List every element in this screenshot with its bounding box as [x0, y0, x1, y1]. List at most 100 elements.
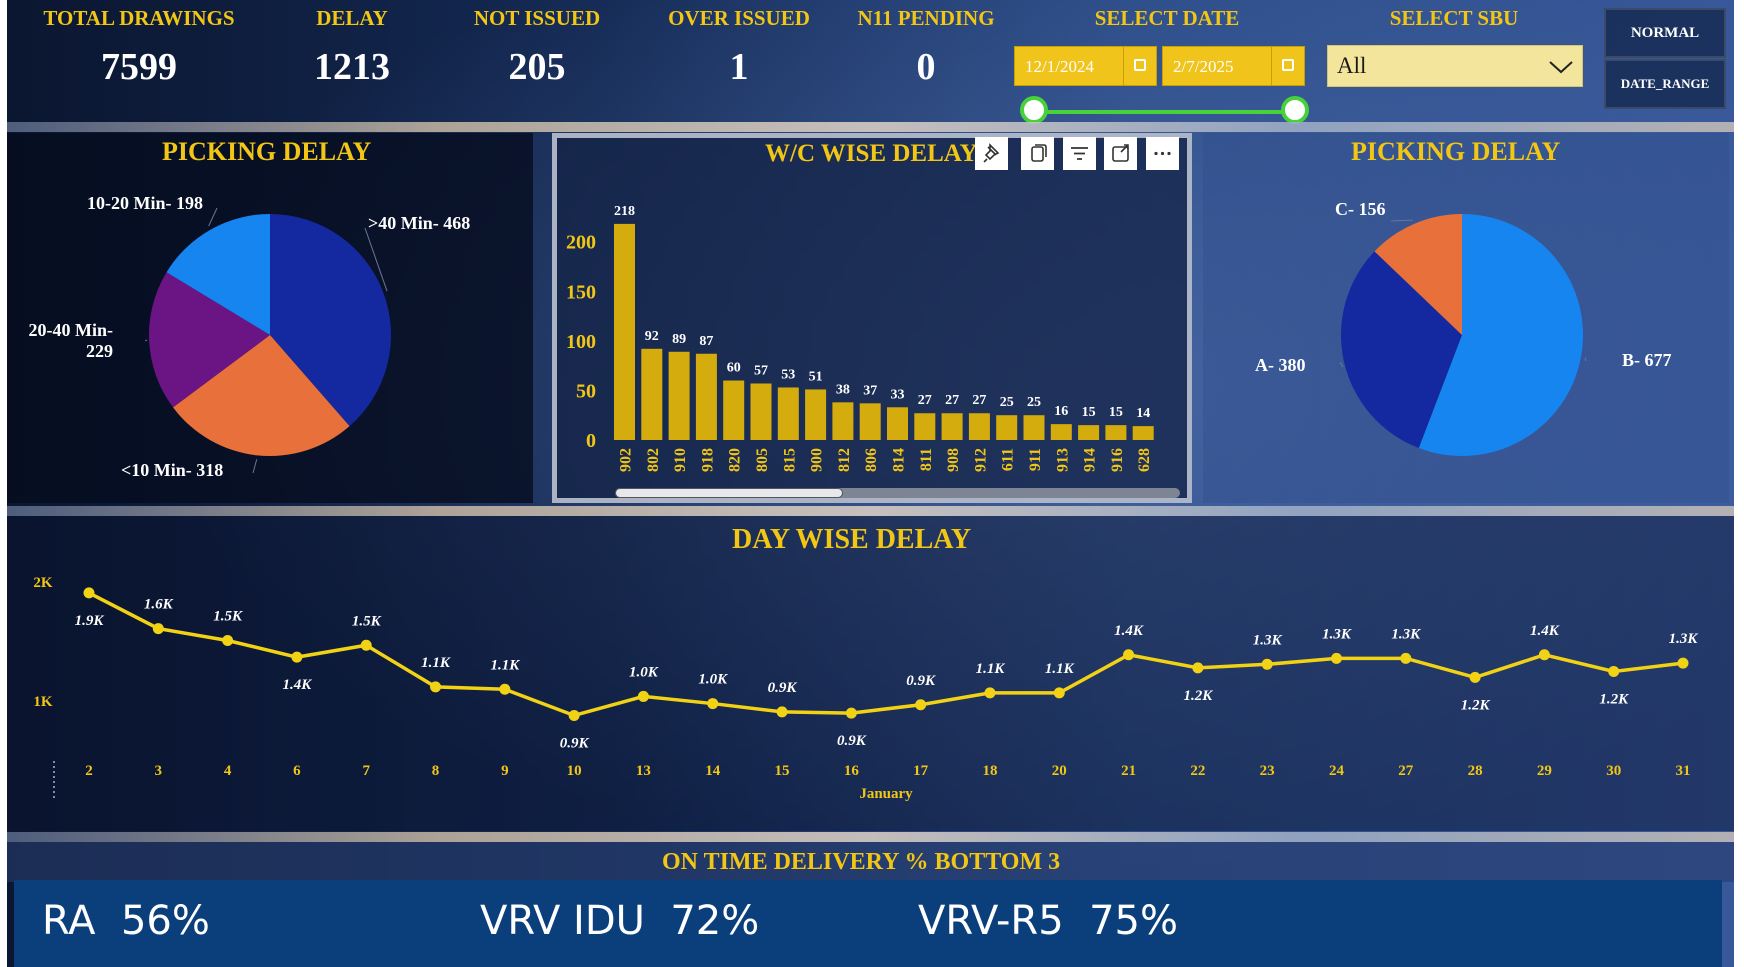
filter-icon	[1071, 147, 1088, 160]
kpi-n11-pending: N11 PENDING 0	[851, 6, 1001, 89]
x-tick-label: 27	[1398, 763, 1414, 779]
more-options-button[interactable]	[1146, 137, 1179, 170]
series-line	[88, 591, 1684, 718]
point-value-label: 1.5K	[352, 613, 382, 629]
x-tick-label: 7	[362, 763, 370, 779]
otd-value: 72%	[670, 898, 760, 944]
data-point	[499, 683, 511, 695]
copy-visual-button[interactable]	[1021, 137, 1054, 170]
data-point	[1538, 649, 1550, 661]
data-point	[1123, 649, 1135, 661]
slider-handle-end[interactable]	[1281, 96, 1309, 124]
x-tick-label: 911	[1027, 448, 1044, 471]
data-point	[1608, 665, 1620, 677]
x-tick-label: 918	[699, 448, 716, 472]
chevron-down-icon	[1549, 61, 1573, 74]
sbu-filter-title: SELECT SBU	[1327, 6, 1581, 31]
kpi-value: 7599	[101, 46, 177, 88]
x-tick-label: 806	[863, 448, 880, 472]
bar	[996, 415, 1018, 440]
kpi-label: OVER ISSUED	[668, 6, 810, 30]
bar	[695, 353, 717, 440]
leader-line	[1339, 362, 1344, 368]
x-tick-label: 914	[1082, 448, 1099, 472]
data-point	[152, 623, 164, 635]
horizontal-scrollbar[interactable]	[615, 488, 1180, 498]
otd-item: VRV IDU 72%	[480, 898, 759, 944]
start-date-input[interactable]: 12/1/2024	[1014, 46, 1157, 86]
x-tick-label: 31	[1676, 763, 1691, 779]
data-point	[845, 707, 857, 719]
bar	[777, 387, 799, 440]
calendar-icon[interactable]	[1123, 47, 1156, 85]
end-date-input[interactable]: 2/7/2025	[1162, 46, 1305, 86]
x-tick-label: 20	[1052, 763, 1067, 779]
x-tick-label: 3	[155, 763, 163, 779]
bar	[723, 380, 745, 440]
bar-value-label: 53	[781, 367, 795, 382]
point-value-label: 0.9K	[768, 680, 798, 696]
focus-mode-button[interactable]	[1104, 137, 1137, 170]
x-tick-label: 2	[85, 763, 93, 779]
start-date-value: 12/1/2024	[1025, 57, 1094, 76]
slice-label: A- 380	[1255, 355, 1306, 375]
x-tick-label: 815	[781, 448, 798, 472]
sbu-dropdown[interactable]: All	[1327, 45, 1583, 87]
x-tick-label: 23	[1260, 763, 1275, 779]
bar	[968, 413, 990, 440]
data-point	[222, 635, 234, 646]
otd-name: RA	[42, 898, 96, 944]
y-tick-label: 1K	[33, 694, 53, 710]
sbu-filter-label: SELECT SBU	[1389, 6, 1519, 30]
kpi-label: N11 PENDING	[857, 6, 995, 30]
bar	[914, 413, 936, 440]
otd-name: VRV-R5	[918, 898, 1064, 944]
point-value-label: 1.4K	[1530, 623, 1560, 639]
x-tick-label: 611	[1000, 448, 1017, 471]
y-tick-label: 0	[586, 430, 596, 452]
leader-line	[144, 339, 148, 342]
date-range-slider[interactable]	[1035, 110, 1295, 114]
date-range-button[interactable]: DATE_RANGE	[1604, 59, 1726, 109]
y-tick-label: 2K	[33, 575, 53, 591]
slice-label: 10-20 Min- 198	[87, 193, 203, 213]
kpi-not-issued: NOT ISSUED 205	[462, 6, 612, 89]
normal-button[interactable]: NORMAL	[1604, 8, 1726, 58]
sbu-selected-value: All	[1337, 53, 1367, 78]
data-point	[1192, 662, 1204, 674]
pie-chart-delay-buckets: >40 Min- 468 <10 Min- 318 20-40 Min-229 10-…	[29, 193, 471, 480]
otd-item: RA 56%	[42, 898, 210, 944]
y-tick-label: 200	[566, 232, 596, 254]
kpi-delay: DELAY 1213	[287, 6, 417, 89]
point-value-label: 1.2K	[1599, 691, 1629, 707]
bar-value-label: 15	[1109, 405, 1123, 420]
point-value-label: 0.9K	[837, 733, 867, 749]
x-tick-label: 628	[1136, 448, 1153, 472]
pin-visual-button[interactable]	[975, 137, 1008, 170]
bar	[750, 383, 772, 440]
point-value-label: 1.0K	[698, 672, 728, 688]
divider	[7, 832, 1734, 842]
slice-label: <10 Min- 318	[121, 460, 223, 480]
data-point	[1261, 658, 1273, 670]
bar-value-label: 27	[945, 393, 959, 408]
data-point	[1330, 652, 1342, 664]
expand-icon	[1112, 144, 1129, 162]
x-tick-label: 29	[1537, 763, 1552, 779]
x-tick-label: 811	[918, 448, 935, 471]
pin-icon	[983, 143, 1000, 163]
calendar-icon[interactable]	[1271, 47, 1304, 85]
slider-handle-start[interactable]	[1020, 96, 1048, 124]
end-date-value: 2/7/2025	[1173, 57, 1234, 76]
bar-value-label: 16	[1054, 404, 1068, 419]
bar-value-label: 14	[1136, 406, 1150, 421]
scrollbar-thumb[interactable]	[615, 488, 843, 498]
otd-item: VRV-R5 75%	[918, 898, 1178, 944]
point-value-label: 1.3K	[1253, 632, 1283, 648]
kpi-value: 205	[508, 46, 566, 88]
otd-value: 75%	[1089, 898, 1179, 944]
bar-value-label: 57	[754, 363, 768, 378]
filter-visual-button[interactable]	[1063, 137, 1096, 170]
bar-value-label: 33	[891, 387, 905, 402]
x-tick-label: 21	[1121, 763, 1136, 779]
